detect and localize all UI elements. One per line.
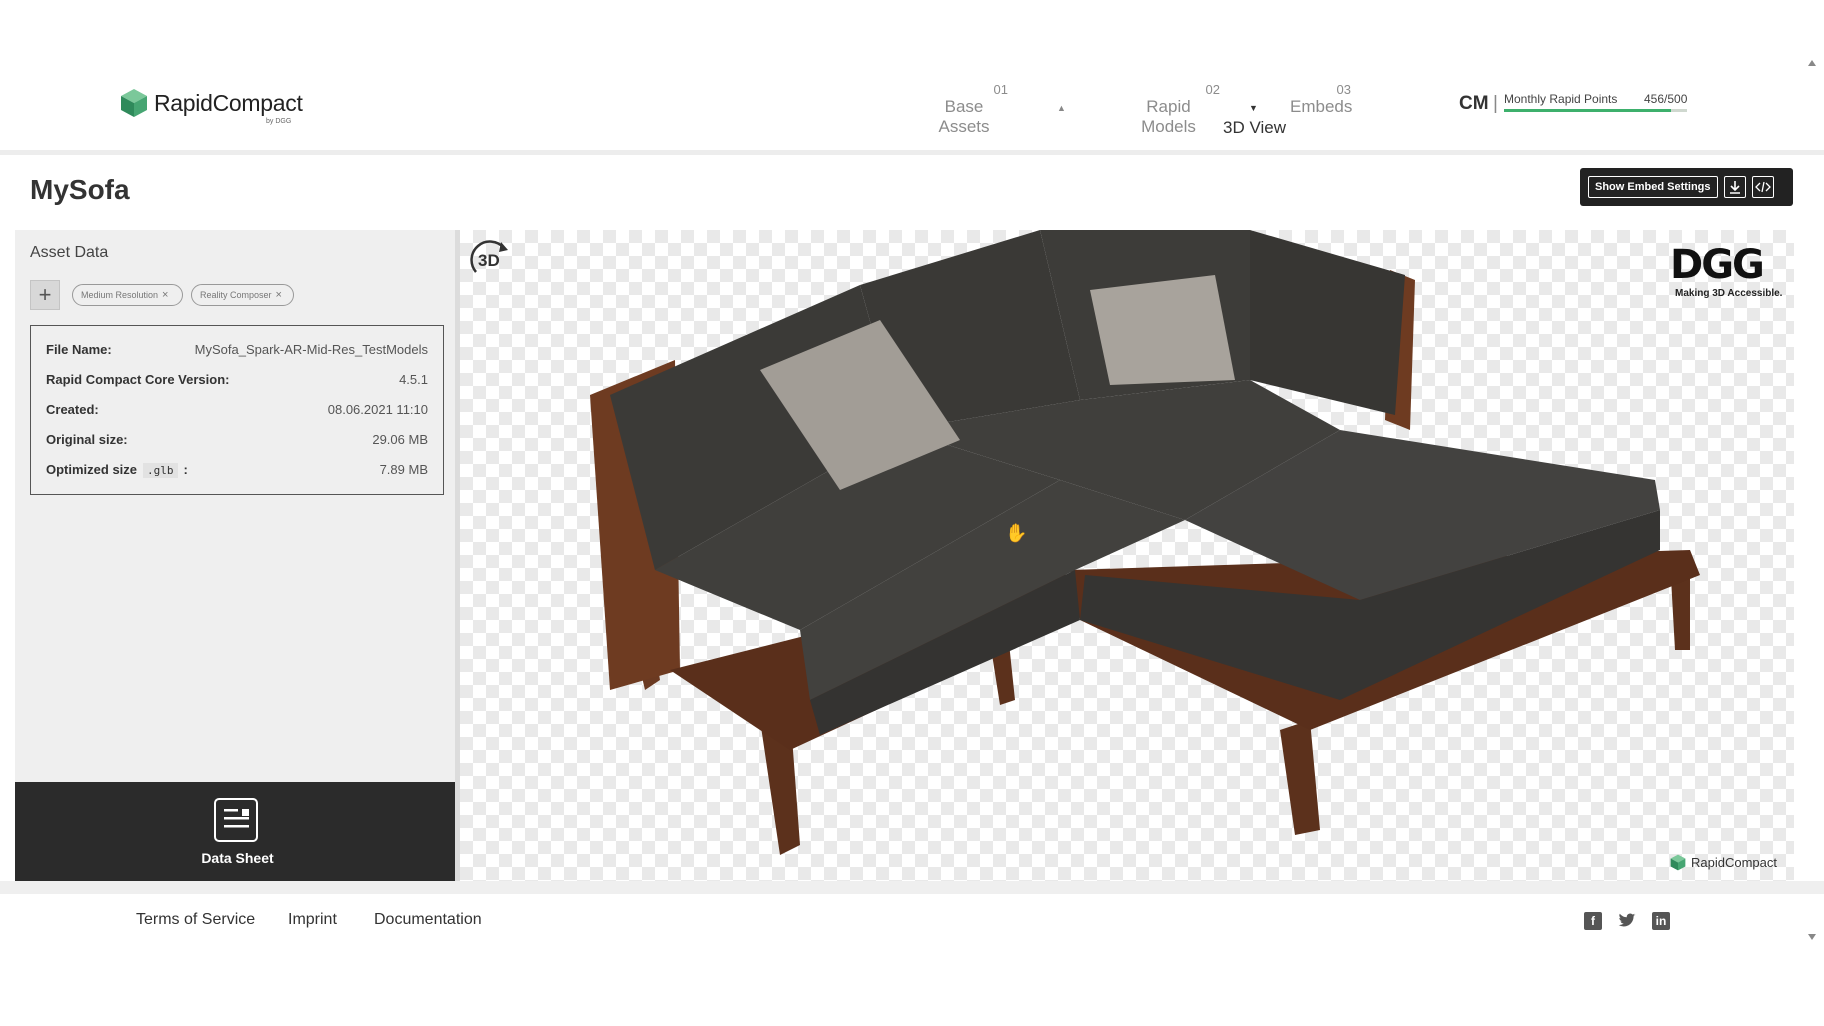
field-value: MySofa_Spark-AR-Mid-Res_TestModels: [194, 341, 428, 357]
dgg-tagline: Making 3D Accessible.: [1675, 288, 1783, 299]
user-initials[interactable]: CM: [1459, 93, 1489, 115]
linkedin-icon[interactable]: in: [1652, 912, 1670, 930]
page-scrollbar[interactable]: [1807, 60, 1817, 940]
close-icon[interactable]: ×: [276, 289, 282, 301]
sofa-3d-model[interactable]: [460, 230, 1794, 881]
page-title: MySofa: [30, 174, 130, 205]
rapidcompact-watermark: RapidCompact: [1670, 854, 1777, 871]
field-key: File Name:: [46, 341, 112, 357]
field-key: Rapid Compact Core Version:: [46, 371, 230, 387]
show-embed-settings-button[interactable]: Show Embed Settings: [1588, 176, 1718, 198]
badge-text: 3D: [478, 251, 500, 270]
code-embed-icon[interactable]: [1751, 176, 1774, 198]
tag-reality-composer[interactable]: Reality Composer ×: [191, 284, 294, 306]
cube-logo-icon: [1670, 854, 1686, 871]
asset-sidebar: Asset Data + Medium Resolution × Reality …: [15, 230, 460, 782]
close-icon[interactable]: ×: [162, 289, 168, 301]
hand-cursor-icon: ✋: [1005, 523, 1028, 543]
tag-medium-resolution[interactable]: Medium Resolution ×: [72, 284, 183, 306]
watermark-text: RapidCompact: [1691, 855, 1777, 870]
facebook-icon[interactable]: f: [1584, 912, 1602, 930]
colon: :: [183, 461, 188, 477]
asset-data-heading: Asset Data: [30, 244, 109, 261]
terms-of-service-link[interactable]: Terms of Service: [136, 911, 255, 929]
step-embeds[interactable]: 03 Embeds: [1290, 82, 1353, 117]
step-label: Base Assets: [938, 97, 990, 136]
asset-info-box: File Name: MySofa_Spark-AR-Mid-Res_TestM…: [30, 325, 444, 495]
3d-viewer-canvas[interactable]: 3D DGG Making 3D Accessible. ✋ RapidComp…: [460, 230, 1794, 881]
current-view-label: 3D View: [1223, 118, 1286, 137]
points-progress-bar: [1504, 109, 1687, 112]
data-sheet-label: Data Sheet: [201, 850, 274, 866]
caret-up-icon: ▲: [1057, 103, 1066, 113]
dgg-wordmark: DGG: [1670, 242, 1765, 288]
imprint-link[interactable]: Imprint: [288, 911, 337, 929]
3d-rotate-icon[interactable]: 3D: [468, 238, 512, 282]
field-file-name: File Name: MySofa_Spark-AR-Mid-Res_TestM…: [46, 334, 428, 364]
step-label: Rapid Models: [1141, 97, 1196, 136]
field-created: Created: 08.06.2021 11:10: [46, 394, 428, 424]
data-sheet-icon: [214, 798, 258, 842]
step-rapid-models[interactable]: 02 Rapid Models: [1117, 82, 1220, 137]
download-icon[interactable]: [1723, 176, 1746, 198]
embed-toolbar: Show Embed Settings: [1580, 168, 1793, 206]
optimized-key: Optimized size: [46, 461, 138, 477]
field-original-size: Original size: 29.06 MB: [46, 424, 428, 454]
field-key: Original size:: [46, 431, 128, 447]
brand-logo[interactable]: RapidCompact by DGG: [120, 88, 303, 125]
cube-logo-icon: [121, 89, 147, 117]
brand-name: RapidCompact: [154, 89, 303, 116]
field-value: 7.89 MB: [379, 461, 428, 477]
field-key: Optimized size .glb:: [46, 461, 188, 478]
field-value: 29.06 MB: [372, 431, 428, 447]
top-header: RapidCompact by DGG 01 Base Assets ▲ 02 …: [0, 0, 1824, 155]
add-tag-button[interactable]: +: [30, 280, 60, 310]
dgg-logo: DGG: [1670, 242, 1765, 288]
data-sheet-button[interactable]: Data Sheet: [15, 782, 460, 881]
points-label: Monthly Rapid Points: [1504, 92, 1618, 106]
format-code: .glb: [143, 462, 178, 478]
field-core-version: Rapid Compact Core Version: 4.5.1: [46, 364, 428, 394]
brand-subtitle: by DGG: [266, 118, 292, 125]
field-key: Created:: [46, 401, 99, 417]
step-label: Embeds: [1290, 97, 1353, 116]
field-optimized-size: Optimized size .glb: 7.89 MB: [46, 454, 428, 484]
field-value: 08.06.2021 11:10: [327, 401, 428, 417]
step-base-assets[interactable]: 01 Base Assets: [920, 82, 1008, 137]
twitter-icon[interactable]: [1618, 912, 1636, 930]
points-progress-fill: [1504, 109, 1671, 112]
caret-down-icon: ▼: [1249, 103, 1258, 113]
field-value: 4.5.1: [399, 371, 428, 387]
separator: |: [1493, 93, 1498, 114]
step-number: 01: [993, 82, 1008, 97]
tag-label: Medium Resolution: [81, 290, 159, 300]
step-number: 03: [1336, 82, 1351, 97]
points-value: 456/500: [1644, 92, 1688, 106]
tag-label: Reality Composer: [200, 290, 272, 300]
step-number: 02: [1205, 82, 1220, 97]
documentation-link[interactable]: Documentation: [374, 911, 482, 929]
footer-divider: [0, 881, 1824, 894]
